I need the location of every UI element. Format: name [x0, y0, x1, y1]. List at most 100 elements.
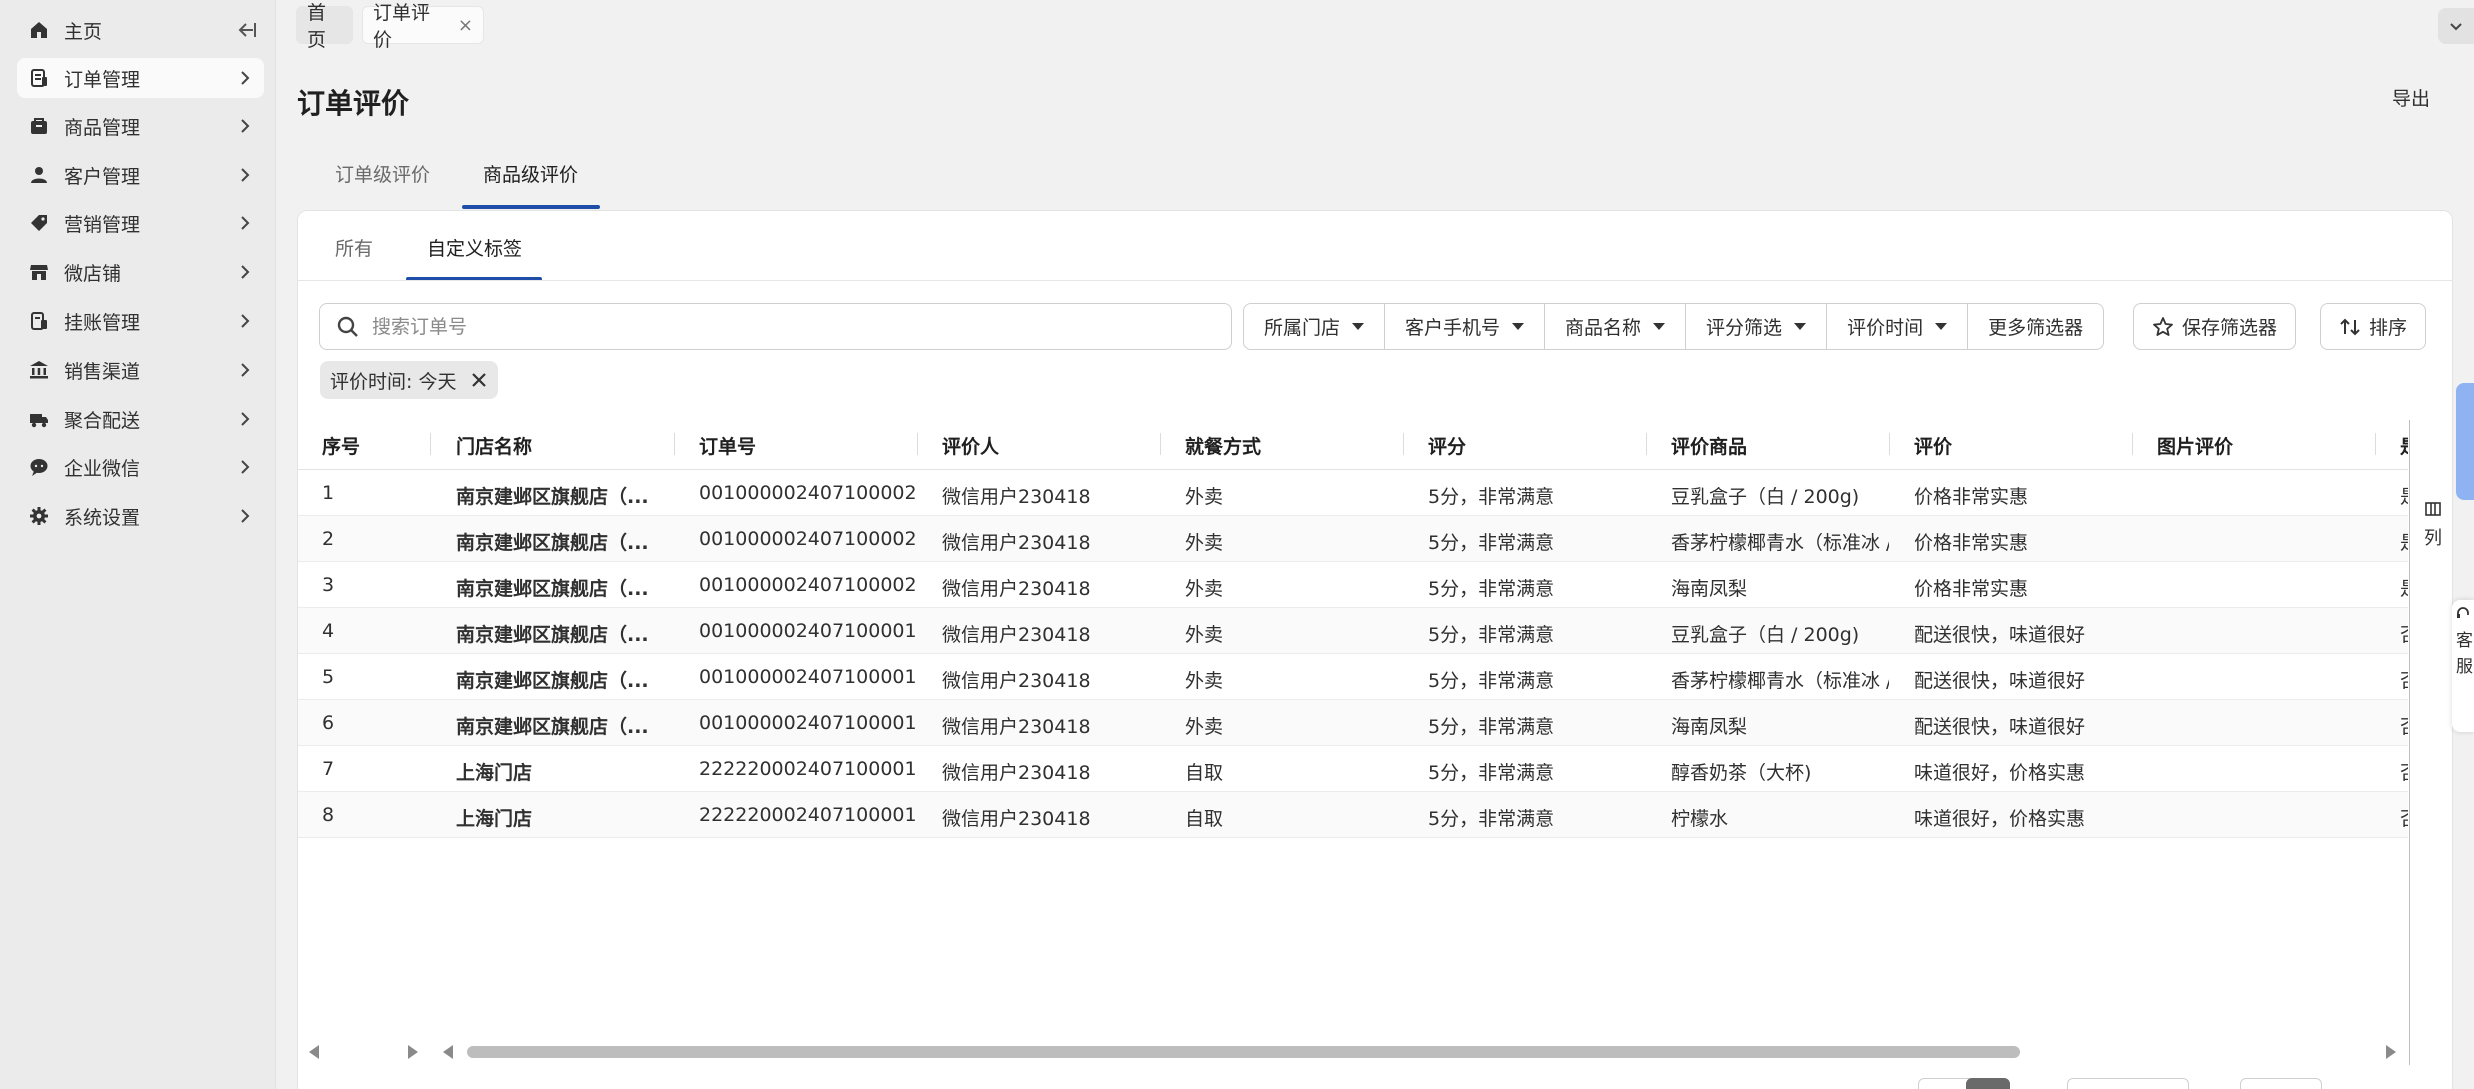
sidebar-item-label: 营销管理	[64, 213, 141, 236]
tab-order-level[interactable]: 订单级评价	[335, 160, 430, 187]
close-icon[interactable]: ×	[458, 15, 473, 36]
cell-mode: 外卖	[1185, 624, 1224, 646]
column-divider[interactable]	[917, 433, 918, 455]
cell-extra: 否	[2400, 712, 2408, 739]
wechat-icon	[28, 456, 50, 478]
filter-phone[interactable]: 客户手机号	[1385, 304, 1546, 349]
sidebar-item-delivery[interactable]: 聚合配送	[17, 399, 264, 439]
column-divider[interactable]	[2132, 433, 2133, 455]
tab-custom-tag[interactable]: 自定义标签	[427, 234, 522, 261]
tabs-dropdown-button[interactable]	[2438, 8, 2474, 44]
filter-product[interactable]: 商品名称	[1545, 304, 1687, 349]
filter-label: 客户手机号	[1405, 317, 1501, 339]
cell-comment: 味道很好，价格实惠	[1914, 808, 2086, 830]
filter-score[interactable]: 评分筛选	[1686, 304, 1828, 349]
col-header-item[interactable]: 评价商品	[1671, 432, 1747, 459]
close-icon[interactable]	[470, 371, 488, 389]
tab-all[interactable]: 所有	[335, 234, 373, 261]
page-size-select[interactable]	[2067, 1078, 2189, 1089]
cell-order: 001000002407100002	[699, 528, 917, 550]
column-divider[interactable]	[1646, 433, 1647, 455]
table-row[interactable]: 4 南京建邺区旗舰店（... 001000002407100001 微信用户23041…	[298, 608, 2408, 654]
cell-order: 001000002407100002	[699, 574, 917, 596]
table-row[interactable]: 6 南京建邺区旗舰店（... 001000002407100001 微信用户23041…	[298, 700, 2408, 746]
sidebar-item-customers[interactable]: 客户管理	[17, 155, 264, 195]
feedback-side-tab[interactable]	[2456, 383, 2474, 500]
column-divider[interactable]	[674, 433, 675, 455]
scroll-left-arrow[interactable]	[443, 1045, 453, 1059]
cell-comment: 配送很快，味道很好	[1914, 624, 2086, 646]
cell-extra: 否	[2400, 758, 2408, 785]
filter-label: 评分筛选	[1706, 317, 1783, 339]
cell-no: 3	[322, 574, 335, 596]
scroll-left-arrow[interactable]	[309, 1045, 319, 1059]
column-divider[interactable]	[1160, 433, 1161, 455]
cell-score: 5分，非常满意	[1428, 670, 1555, 692]
table-row[interactable]: 7 上海门店 222220002407100001 微信用户230418 自取 5分，非常…	[298, 746, 2408, 792]
active-tab-indicator	[462, 205, 600, 209]
sidebar-item-orders[interactable]: 订单管理	[17, 58, 264, 98]
sidebar-item-home[interactable]: 主页	[17, 10, 264, 50]
cell-reviewer: 微信用户230418	[942, 624, 1091, 646]
filter-store[interactable]: 所属门店	[1244, 304, 1386, 349]
sidebar-item-marketing[interactable]: 营销管理	[17, 203, 264, 243]
col-header-order[interactable]: 订单号	[699, 432, 756, 459]
col-header-dining-mode[interactable]: 就餐方式	[1185, 432, 1261, 459]
pagination-current-page[interactable]	[1966, 1078, 2010, 1089]
sidebar-item-microstore[interactable]: 微店铺	[17, 252, 264, 292]
cell-order: 001000002407100001	[699, 620, 917, 642]
page-jump-input[interactable]	[2240, 1078, 2322, 1089]
filter-time[interactable]: 评价时间	[1827, 304, 1969, 349]
cell-item: 海南凤梨	[1671, 716, 1748, 738]
sidebar-item-channels[interactable]: 销售渠道	[17, 350, 264, 390]
cell-mode: 自取	[1185, 808, 1224, 830]
export-button[interactable]: 导出	[2392, 84, 2430, 111]
search-input[interactable]	[372, 315, 1172, 338]
sort-button[interactable]: 排序	[2320, 303, 2427, 350]
column-settings-button[interactable]: 列	[2418, 497, 2448, 553]
table-row[interactable]: 8 上海门店 222220002407100001 微信用户230418 自取 5分，非常…	[298, 792, 2408, 838]
column-divider[interactable]	[430, 433, 431, 455]
col-header-no[interactable]: 序号	[322, 432, 360, 459]
col-header-score[interactable]: 评分	[1428, 432, 1466, 459]
column-divider[interactable]	[2375, 433, 2376, 455]
cell-reviewer: 微信用户230418	[942, 716, 1091, 738]
tab-home[interactable]: 首页	[296, 2, 353, 51]
col-header-store[interactable]: 门店名称	[456, 432, 532, 459]
sidebar-item-credit[interactable]: 挂账管理	[17, 301, 264, 341]
col-header-photo[interactable]: 图片评价	[2157, 432, 2233, 459]
cell-order: 222220002407100001	[699, 804, 917, 826]
cell-store: 南京建邺区旗舰店（...	[456, 486, 649, 508]
scroll-right-arrow[interactable]	[408, 1045, 418, 1059]
table-row[interactable]: 5 南京建邺区旗舰店（... 001000002407100001 微信用户23041…	[298, 654, 2408, 700]
save-filter-button[interactable]: 保存筛选器	[2133, 303, 2297, 350]
table-row[interactable]: 3 南京建邺区旗舰店（... 001000002407100002 微信用户23041…	[298, 562, 2408, 608]
home-icon	[28, 19, 50, 41]
column-divider[interactable]	[1889, 433, 1890, 455]
chevron-down-icon	[2450, 23, 2462, 31]
search-box[interactable]	[319, 303, 1232, 350]
col-header-reviewer[interactable]: 评价人	[942, 432, 999, 459]
col-header-extra[interactable]: 是	[2400, 432, 2408, 459]
sidebar-item-wecom[interactable]: 企业微信	[17, 447, 264, 487]
sidebar-item-label: 聚合配送	[64, 409, 141, 432]
cell-store: 南京建邺区旗舰店（...	[456, 624, 649, 646]
cell-store: 南京建邺区旗舰店（...	[456, 716, 649, 738]
table-row[interactable]: 1 南京建邺区旗舰店（... 001000002407100002 微信用户23041…	[298, 470, 2408, 516]
sidebar-item-products[interactable]: 商品管理	[17, 106, 264, 146]
tab-product-level[interactable]: 商品级评价	[483, 160, 578, 187]
tab-order-review[interactable]: 订单评价 ×	[362, 2, 484, 51]
horizontal-scrollbar-thumb[interactable]	[467, 1046, 2020, 1058]
collapse-sidebar-icon[interactable]	[236, 20, 258, 40]
col-header-comment[interactable]: 评价	[1914, 432, 1952, 459]
table-header: 序号 门店名称 订单号 评价人 就餐方式 评分 评价商品 评价 图片评价 是	[298, 418, 2408, 470]
more-filters-button[interactable]: 更多筛选器	[1968, 304, 2103, 349]
star-icon	[2153, 316, 2173, 336]
cell-comment: 味道很好，价格实惠	[1914, 762, 2086, 784]
column-divider[interactable]	[1403, 433, 1404, 455]
sidebar-item-settings[interactable]: 系统设置	[17, 496, 264, 536]
scroll-right-arrow[interactable]	[2386, 1045, 2396, 1059]
customer-service-tab[interactable]: 客服	[2452, 600, 2474, 732]
chevron-right-icon	[241, 460, 250, 474]
table-row[interactable]: 2 南京建邺区旗舰店（... 001000002407100002 微信用户23041…	[298, 516, 2408, 562]
